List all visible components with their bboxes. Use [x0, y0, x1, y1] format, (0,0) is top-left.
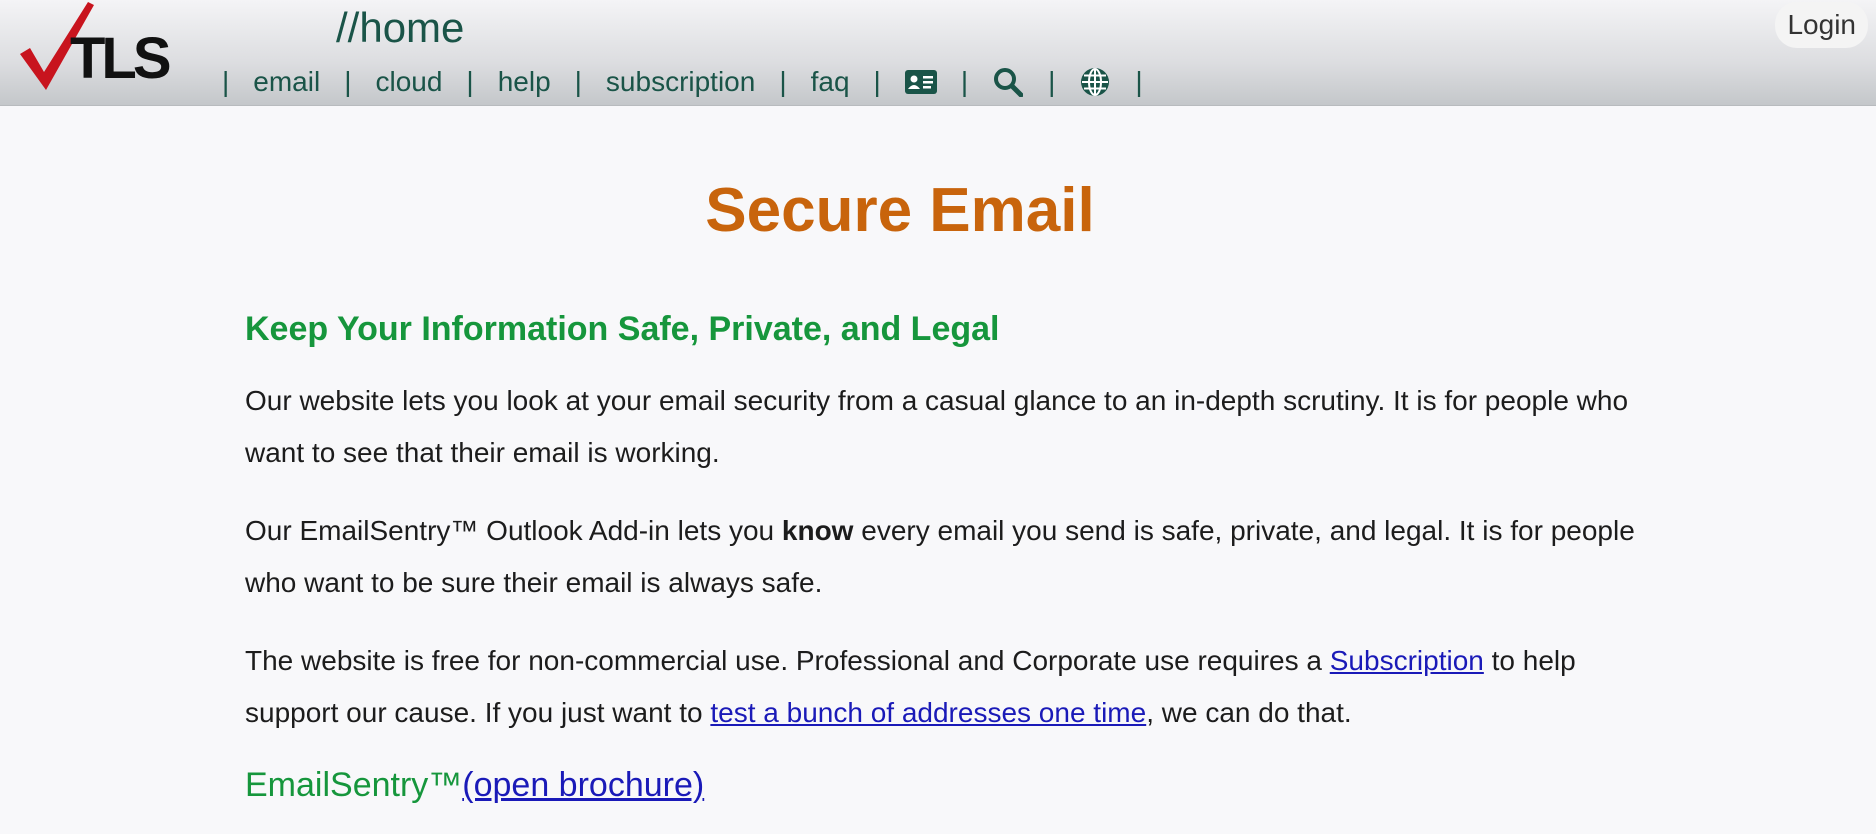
contact-card-icon[interactable]	[904, 66, 937, 98]
emailsentry-heading-text: EmailSentry™	[245, 766, 463, 804]
emailsentry-paragraph: Our EmailSentry™ Outlook Add-in lets you…	[245, 505, 1645, 609]
nav-cloud[interactable]: cloud	[375, 66, 442, 98]
login-button[interactable]: Login	[1775, 2, 1868, 48]
nav-separator: |	[1135, 66, 1143, 97]
section-subtitle: Keep Your Information Safe, Private, and…	[245, 310, 1000, 348]
subscription-link[interactable]: Subscription	[1330, 645, 1484, 676]
nav-separator: |	[574, 66, 582, 97]
main-content: Secure Email Keep Your Information Safe,…	[245, 105, 1645, 809]
nav-separator: |	[1048, 66, 1056, 97]
nav-email[interactable]: email	[253, 66, 320, 98]
logo-text: TLS	[70, 26, 170, 91]
site-header: TLS //home | email | cloud | help | subs…	[0, 0, 1876, 106]
nav-separator: |	[779, 66, 787, 97]
para3-text-after: , we can do that.	[1146, 697, 1352, 728]
globe-icon[interactable]	[1079, 66, 1111, 98]
search-icon[interactable]	[992, 66, 1024, 98]
nav-separator: |	[873, 66, 881, 97]
open-brochure-link[interactable]: (open brochure)	[462, 766, 704, 804]
nav-separator: |	[466, 66, 474, 97]
nav-separator: |	[344, 66, 352, 97]
nav-help[interactable]: help	[498, 66, 551, 98]
nav-separator: |	[222, 66, 230, 97]
test-addresses-link[interactable]: test a bunch of addresses one time	[710, 697, 1146, 728]
subscription-paragraph: The website is free for non-commercial u…	[245, 635, 1645, 739]
page-title: Secure Email	[705, 176, 1095, 245]
para3-text-before: The website is free for non-commercial u…	[245, 645, 1330, 676]
intro-text: Our website lets you look at your email …	[245, 385, 1629, 468]
nav-separator: |	[960, 66, 969, 97]
nav-subscription[interactable]: subscription	[606, 66, 755, 98]
para2-bold-know: know	[781, 515, 854, 546]
para2-text-before: Our EmailSentry™ Outlook Add-in lets you	[245, 515, 782, 546]
emailsentry-heading: EmailSentry™(open brochure)	[245, 761, 1645, 809]
breadcrumb[interactable]: //home	[336, 2, 464, 54]
nav-faq[interactable]: faq	[811, 66, 850, 98]
intro-paragraph: Our website lets you look at your email …	[245, 375, 1645, 479]
main-nav: | email | cloud | help | subscription | …	[222, 62, 1167, 102]
tls-logo-graphic: TLS	[20, 2, 174, 91]
tls-logo[interactable]: TLS	[16, 2, 176, 92]
